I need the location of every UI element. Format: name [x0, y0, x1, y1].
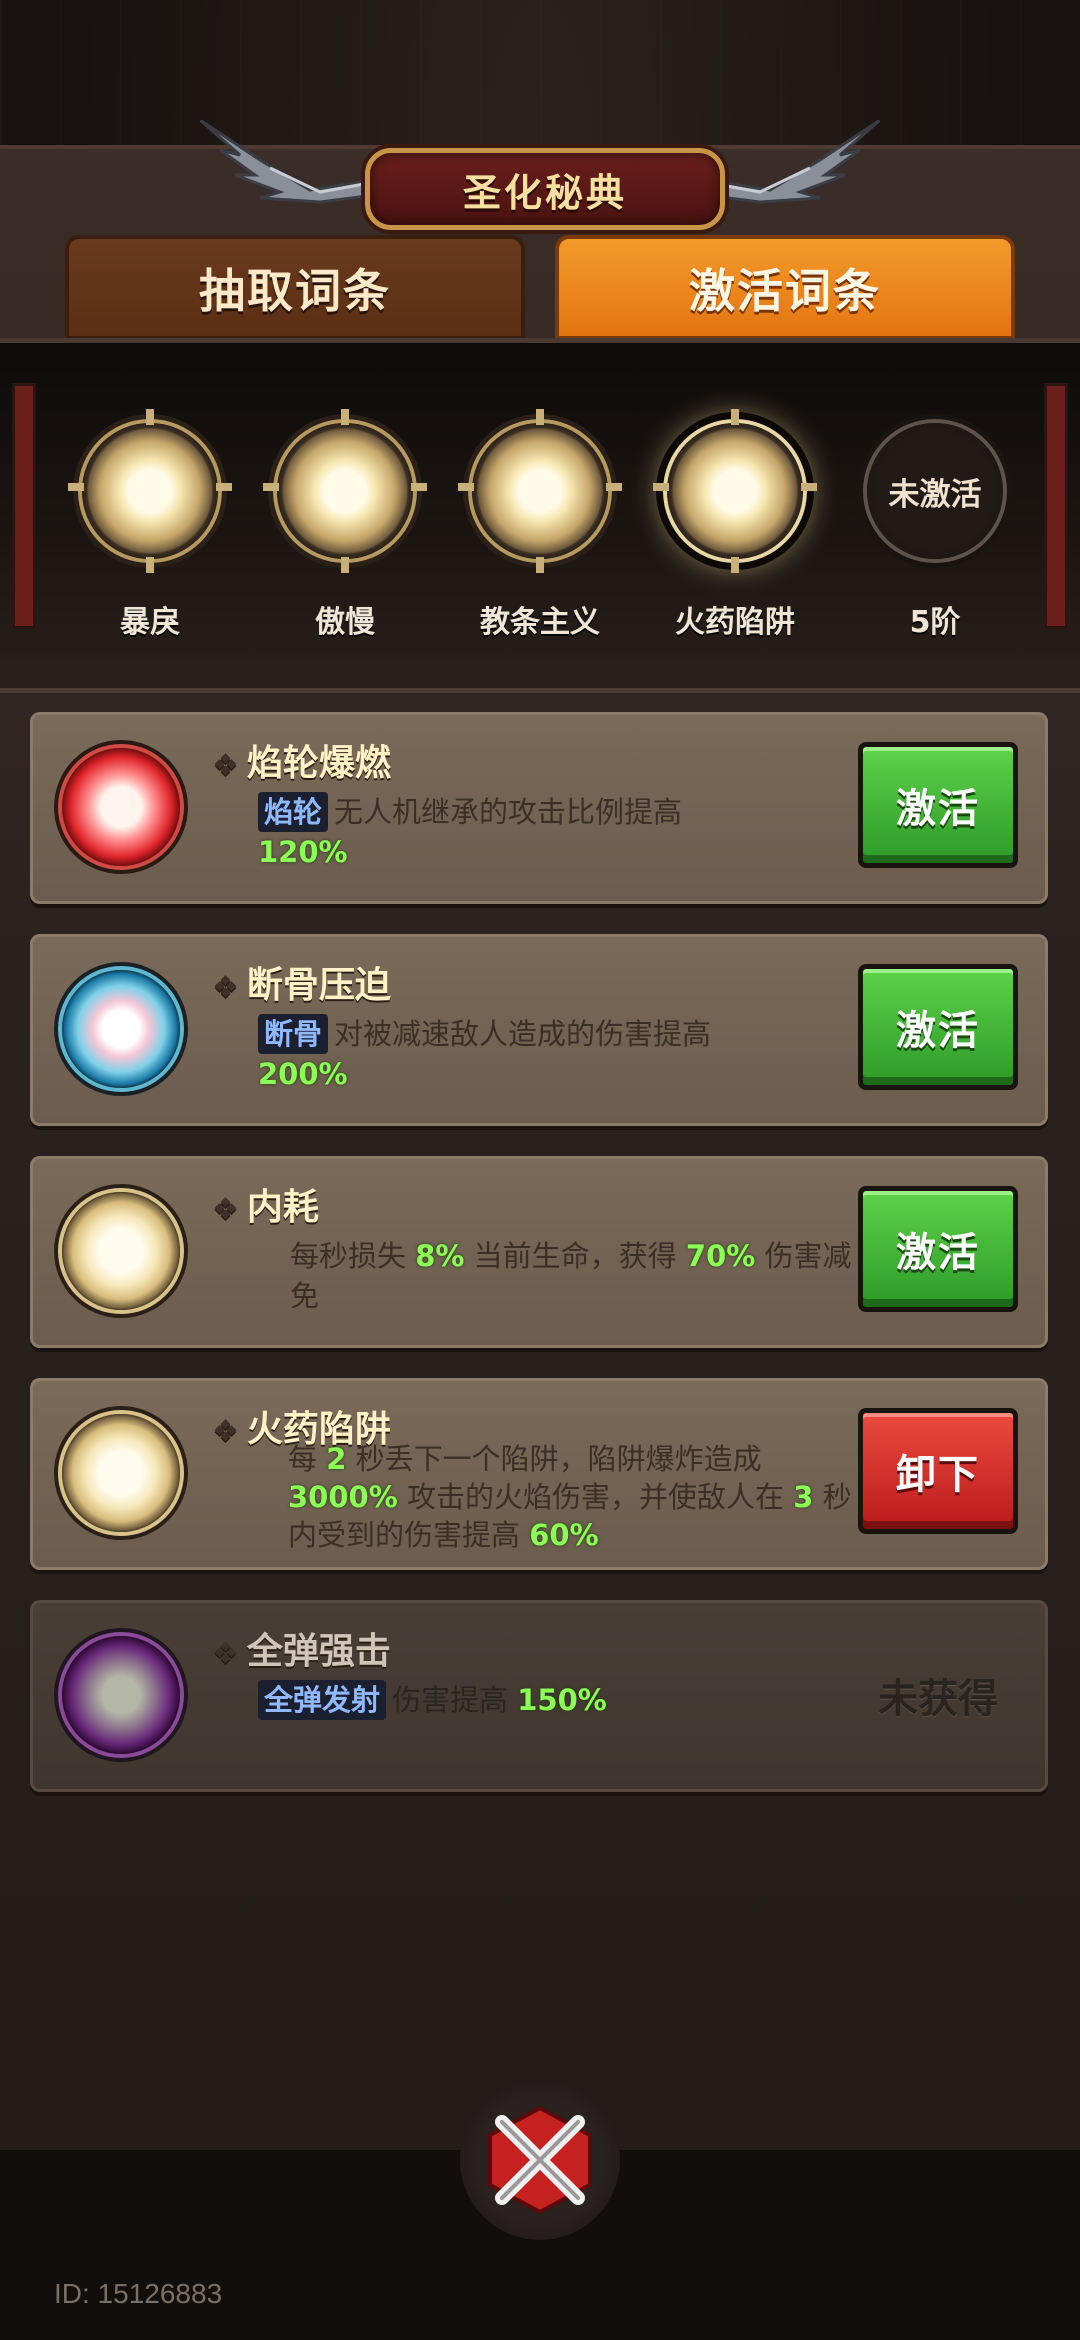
trait-tag: 全弹发射: [258, 1680, 387, 1720]
tab-activate[interactable]: 激活词条: [555, 235, 1015, 340]
activate-button[interactable]: 激活: [858, 742, 1018, 868]
slot-label: 傲慢: [315, 605, 375, 640]
orb-icon: [653, 409, 817, 573]
trait-name: ❖ 断骨压迫: [212, 965, 391, 1006]
trait-description: 焰轮 无人机继承的攻击比例提高 120%: [258, 792, 838, 872]
activate-button[interactable]: 激活: [858, 964, 1018, 1090]
trait-card: ❖ 焰轮爆燃 焰轮 无人机继承的攻击比例提高 120% 激活: [30, 712, 1048, 904]
trait-description: 全弹发射 伤害提高 150%: [258, 1680, 838, 1720]
orb-icon: [62, 1636, 180, 1754]
trait-name: ❖ 焰轮爆燃: [212, 743, 391, 784]
user-id-label: ID: 15126883: [54, 2278, 223, 2309]
trait-card: ❖ 内耗 每秒损失 8% 当前生命，获得 70% 伤害减免 激活: [30, 1156, 1048, 1348]
diamond-bullet-icon: ❖: [212, 1192, 239, 1227]
trait-description: 每秒损失 8% 当前生命，获得 70% 伤害减免: [290, 1239, 852, 1313]
close-x-icon: [488, 2105, 592, 2215]
slot-1[interactable]: 暴戾: [68, 409, 232, 641]
slot-bar: 暴戾 傲慢 教条主义 火药陷阱 未激活 5阶: [0, 338, 1080, 693]
orb-icon: [68, 409, 232, 573]
trait-tag: 焰轮: [258, 792, 329, 832]
orb-icon: [62, 1414, 180, 1532]
orb-icon: [458, 409, 622, 573]
title-banner: 圣化秘典: [200, 110, 880, 230]
empty-slot-orb: 未激活: [867, 423, 1003, 559]
wing-icon: [200, 120, 377, 204]
title-plate: 圣化秘典: [365, 148, 725, 230]
wing-icon: [703, 120, 880, 204]
diamond-bullet-icon: ❖: [212, 1636, 239, 1671]
diamond-bullet-icon: ❖: [212, 970, 239, 1005]
tab-draw[interactable]: 抽取词条: [65, 235, 525, 340]
slot-label: 火药陷阱: [675, 605, 795, 640]
diamond-bullet-icon: ❖: [212, 1414, 239, 1449]
close-button[interactable]: [440, 2060, 640, 2260]
orb-icon: [62, 748, 180, 866]
trait-value: 200%: [258, 1057, 348, 1091]
status-not-obtained: 未获得: [878, 1676, 998, 1722]
trait-name: ❖ 内耗: [212, 1187, 319, 1228]
orb-icon: [62, 970, 180, 1088]
diamond-bullet-icon: ❖: [212, 748, 239, 783]
trait-card: ❖ 火药陷阱 每 2 秒丢下一个陷阱，陷阱爆炸造成 3000% 攻击的火焰伤害，并…: [30, 1378, 1048, 1570]
slot-label: 5阶: [909, 605, 961, 640]
trait-value: 150%: [517, 1683, 607, 1717]
orb-icon: [263, 409, 427, 573]
tab-bar: 抽取词条 激活词条: [65, 235, 1015, 340]
slot-label: 教条主义: [480, 605, 600, 640]
trait-card: ❖ 断骨压迫 断骨 对被减速敌人造成的伤害提高 200% 激活: [30, 934, 1048, 1126]
trait-card: ❖ 全弹强击 全弹发射 伤害提高 150% 未获得: [30, 1600, 1048, 1792]
activate-button[interactable]: 激活: [858, 1186, 1018, 1312]
slot-label: 暴戾: [120, 605, 180, 640]
unequip-button[interactable]: 卸下: [858, 1408, 1018, 1534]
slot-4[interactable]: 火药陷阱: [653, 409, 817, 641]
trait-value: 120%: [258, 835, 348, 869]
slot-bar-right-ornament: [1044, 383, 1068, 629]
trait-description: 断骨 对被减速敌人造成的伤害提高 200%: [258, 1014, 838, 1094]
trait-name: ❖ 全弹强击: [212, 1631, 391, 1672]
trait-tag: 断骨: [258, 1014, 329, 1054]
slot-bar-left-ornament: [12, 383, 36, 629]
slot-3[interactable]: 教条主义: [458, 409, 622, 641]
page-title: 圣化秘典: [462, 170, 627, 215]
orb-icon: [62, 1192, 180, 1310]
slot-2[interactable]: 傲慢: [263, 409, 427, 641]
trait-description: 每 2 秒丢下一个陷阱，陷阱爆炸造成 3000% 攻击的火焰伤害，并使敌人在 3…: [288, 1442, 852, 1552]
slot-5[interactable]: 未激活 5阶: [865, 423, 1005, 641]
